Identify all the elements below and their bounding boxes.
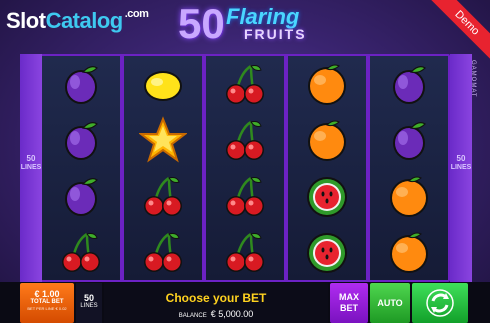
auto-button[interactable]: AUTO — [370, 283, 410, 323]
logo-fruits: FRUITS — [244, 26, 307, 42]
lines-indicator-left: 50 LINES — [20, 54, 42, 282]
lines-right-count: 50 — [456, 154, 466, 163]
star-symbol — [124, 112, 202, 168]
reel-4 — [288, 56, 366, 280]
plum-symbol — [370, 112, 448, 168]
orange-symbol — [370, 224, 448, 280]
cherry-symbol — [206, 112, 284, 168]
lines-indicator-right: 50 LINES — [450, 54, 472, 282]
cherry-symbol — [206, 168, 284, 224]
auto-label: AUTO — [377, 297, 403, 308]
balance-label: BALANCE — [178, 313, 207, 319]
watermark-dotcom: .com — [124, 8, 149, 20]
bet-button[interactable]: € 1.00 TOTAL BET BET PER LINE € 0.02 — [20, 283, 74, 323]
spin-icon — [426, 289, 454, 317]
bet-value: € 1.00 — [34, 289, 60, 299]
cherry-symbol — [124, 224, 202, 280]
game-logo: 50 Flaring FRUITS — [178, 2, 318, 46]
reel-5 — [370, 56, 448, 280]
balance-display: BALANCE € 5,000.00 — [104, 309, 328, 319]
orange-symbol — [288, 56, 366, 112]
bet-label: TOTAL BET — [30, 299, 64, 305]
lines-count: 50 — [83, 293, 94, 303]
logo-number: 50 — [178, 0, 225, 47]
lines-left-label: LINES — [20, 164, 42, 171]
bet-per-line: BET PER LINE € 0.02 — [27, 306, 67, 311]
lines-right-label: LINES — [450, 164, 472, 171]
plum-symbol — [42, 168, 120, 224]
lines-left-count: 50 — [26, 154, 36, 163]
provider-logo: GAMOMAT — [470, 60, 476, 98]
cherry-symbol — [42, 224, 120, 280]
orange-symbol — [370, 168, 448, 224]
max-bet-label: MAX BET — [339, 292, 359, 313]
lines-label: LINES — [80, 303, 98, 309]
reel-3 — [206, 56, 284, 280]
plum-symbol — [370, 56, 448, 112]
watermelon-symbol — [288, 224, 366, 280]
message-text: Choose your BET — [165, 291, 267, 305]
watermelon-symbol — [288, 168, 366, 224]
orange-symbol — [288, 112, 366, 168]
watermark-slot: Slot — [6, 8, 46, 33]
reel-2 — [124, 56, 202, 280]
lines-display: 50 LINES — [76, 283, 102, 323]
balance-value: € 5,000.00 — [210, 309, 254, 319]
watermark-catalog: Catalog — [45, 8, 124, 33]
message-panel: Choose your BET BALANCE € 5,000.00 — [104, 283, 328, 323]
cherry-symbol — [206, 224, 284, 280]
lemon-symbol — [124, 56, 202, 112]
cherry-symbol — [206, 56, 284, 112]
reel-1 — [42, 56, 120, 280]
slotcatalog-watermark: SlotCatalog .com — [6, 8, 149, 34]
max-bet-button[interactable]: MAX BET — [330, 283, 368, 323]
plum-symbol — [42, 56, 120, 112]
spin-button[interactable] — [412, 283, 468, 323]
plum-symbol — [42, 112, 120, 168]
cherry-symbol — [124, 168, 202, 224]
demo-ribbon: Demo — [428, 0, 490, 62]
